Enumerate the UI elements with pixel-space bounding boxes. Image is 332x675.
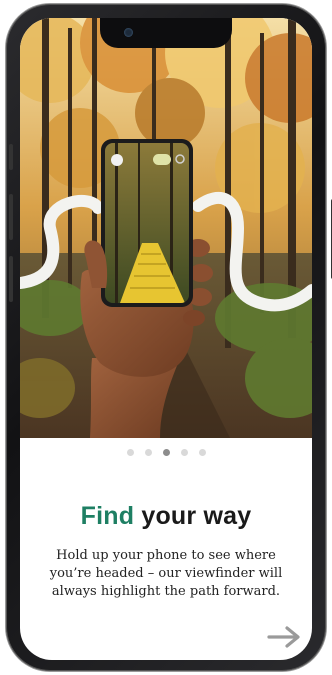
next-button[interactable]	[266, 625, 302, 649]
volume-up-button	[9, 194, 13, 240]
description-text: Hold up your phone to see where you’re h…	[49, 548, 283, 599]
page-dot[interactable]	[126, 449, 134, 456]
arrow-right-icon	[267, 626, 300, 648]
page-dot[interactable]	[162, 449, 170, 456]
silent-switch	[9, 144, 13, 170]
screen: Find your way Hold up your phone to see …	[20, 18, 312, 660]
page-title: Find your way	[20, 502, 312, 531]
hero-illustration	[20, 18, 312, 438]
page-indicator	[20, 449, 312, 456]
title-rest: your way	[141, 502, 252, 530]
page-dot[interactable]	[198, 449, 206, 456]
volume-down-button	[9, 256, 13, 302]
title-accent: Find	[80, 502, 135, 530]
page-dot[interactable]	[180, 449, 188, 456]
page-dot[interactable]	[144, 449, 152, 456]
notch	[100, 18, 232, 48]
front-camera-icon	[124, 28, 133, 37]
